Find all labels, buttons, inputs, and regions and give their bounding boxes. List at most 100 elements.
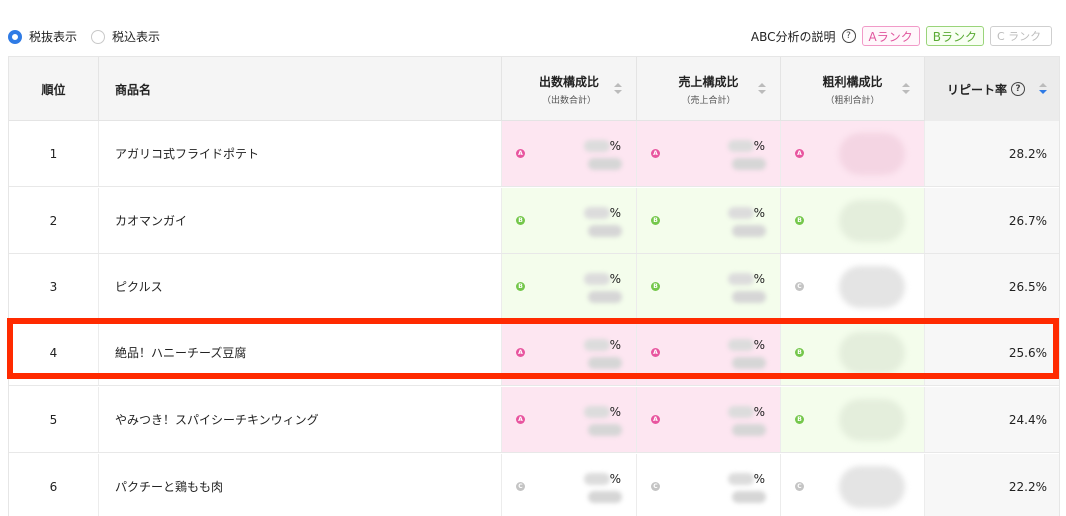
repeat-rate-cell: 24.4%: [925, 387, 1059, 452]
metric-cell: C: [781, 254, 925, 319]
header-label: リピート率: [947, 82, 1008, 97]
masked-value: [839, 200, 905, 242]
percent-sign: %: [609, 206, 621, 220]
rank-cell: 5: [9, 387, 99, 452]
toolbar: 税抜表示 税込表示 ABC分析の説明 ? Aランク Bランク C ランク: [0, 0, 1066, 56]
radio-tax-excluded[interactable]: 税抜表示: [8, 28, 77, 45]
masked-value: [728, 273, 754, 285]
product-name[interactable]: カオマンガイ: [115, 212, 187, 229]
rank-badge-icon: B: [795, 216, 804, 225]
percent-sign: %: [753, 206, 765, 220]
metric-cell: B: [781, 188, 925, 253]
radio-selected-icon[interactable]: [8, 29, 22, 44]
metric-cell: A %: [637, 387, 781, 452]
ranking-table: 順位 商品名 出数構成比 （出数合計） 売上構成比 （売上合計） 粗利構成比 （…: [8, 56, 1060, 516]
repeat-rate-value: 24.4%: [1008, 412, 1047, 427]
rank-badge-icon: A: [516, 415, 525, 424]
sort-icon[interactable]: [614, 83, 622, 95]
repeat-rate-value: 26.7%: [1008, 213, 1047, 228]
masked-value: [728, 140, 754, 152]
metric-cell: C %: [502, 454, 637, 516]
rank-number: 1: [49, 146, 58, 161]
masked-value: [732, 424, 766, 436]
header-repeat-rate[interactable]: リピート率 ?: [925, 57, 1059, 121]
help-icon[interactable]: ?: [841, 29, 856, 43]
header-rank: 順位: [9, 57, 99, 121]
masked-value: [584, 473, 610, 485]
sort-icon[interactable]: [902, 83, 910, 95]
rank-b-filter-button[interactable]: Bランク: [925, 26, 984, 46]
table-row[interactable]: 3 ピクルス B % B % C 26.5%: [9, 254, 1059, 320]
abc-explain-link[interactable]: ABC分析の説明: [751, 28, 836, 45]
rank-badge-icon: A: [651, 149, 660, 158]
header-qty-ratio[interactable]: 出数構成比 （出数合計）: [502, 57, 637, 121]
help-icon[interactable]: ?: [1011, 82, 1026, 96]
radio-label: 税抜表示: [29, 30, 78, 44]
rank-number: 6: [49, 479, 58, 494]
rank-number: 5: [49, 412, 58, 427]
rank-a-filter-button[interactable]: Aランク: [861, 26, 920, 46]
product-name[interactable]: パクチーと鶏もも肉: [115, 478, 223, 495]
masked-value: [732, 491, 766, 503]
repeat-rate-cell: 26.7%: [925, 188, 1059, 253]
table-row[interactable]: 5 やみつき！スパイシーチキンウィング A % A % B 24.4%: [9, 387, 1059, 453]
header-sublabel: （売上合計）: [681, 95, 736, 106]
metric-cell: B %: [637, 188, 781, 253]
header-label: 商品名: [115, 82, 152, 97]
metric-cell: B: [781, 387, 925, 452]
product-name[interactable]: アガリコ式フライドポテト: [115, 145, 259, 162]
masked-value: [839, 133, 905, 175]
masked-value: [732, 225, 766, 237]
header-product-name: 商品名: [99, 57, 502, 121]
table-row[interactable]: 1 アガリコ式フライドポテト A % A % A 28.2%: [9, 121, 1059, 187]
metric-cell: A %: [637, 121, 781, 186]
rank-badge-icon: B: [795, 415, 804, 424]
sort-icon[interactable]: [758, 83, 766, 95]
product-name[interactable]: ピクルス: [115, 278, 163, 295]
masked-value: [732, 158, 766, 170]
rank-badge-icon: C: [795, 282, 804, 291]
rank-badge-icon: A: [651, 415, 660, 424]
percent-sign: %: [753, 272, 765, 286]
masked-value: [588, 424, 622, 436]
table-row[interactable]: 2 カオマンガイ B % B % B 26.7%: [9, 188, 1059, 254]
rank-badge-icon: B: [516, 216, 525, 225]
table-row[interactable]: 6 パクチーと鶏もも肉 C % C % C 22.2%: [9, 454, 1059, 516]
rank-cell: 1: [9, 121, 99, 186]
masked-value: [588, 158, 622, 170]
header-sublabel: （出数合計）: [541, 95, 596, 106]
rank-badge-icon: C: [651, 482, 660, 491]
header-label: 順位: [41, 82, 66, 97]
metric-cell: A %: [502, 387, 637, 452]
masked-value: [839, 266, 905, 308]
masked-value: [584, 273, 610, 285]
radio-tax-included[interactable]: 税込表示: [91, 28, 160, 45]
repeat-rate-value: 22.2%: [1008, 479, 1047, 494]
repeat-rate-cell: 26.5%: [925, 254, 1059, 319]
metric-cell: C %: [637, 454, 781, 516]
masked-value: [732, 291, 766, 303]
masked-value: [588, 291, 622, 303]
tax-display-toggle: 税抜表示 税込表示: [8, 28, 160, 45]
metric-cell: B %: [502, 254, 637, 319]
rank-number: 3: [49, 279, 58, 294]
masked-value: [588, 225, 622, 237]
rank-badge-icon: A: [795, 149, 804, 158]
radio-unselected-icon[interactable]: [91, 29, 106, 44]
header-profit-ratio[interactable]: 粗利構成比 （粗利合計）: [781, 57, 925, 121]
masked-value: [839, 399, 905, 441]
percent-sign: %: [609, 139, 621, 153]
product-name[interactable]: やみつき！スパイシーチキンウィング: [115, 411, 319, 428]
sort-desc-active-icon[interactable]: [1039, 83, 1047, 95]
rank-cell: 2: [9, 188, 99, 253]
masked-value: [584, 406, 610, 418]
header-sales-ratio[interactable]: 売上構成比 （売上合計）: [637, 57, 781, 121]
metric-cell: C: [781, 454, 925, 516]
abc-analysis-legend: ABC分析の説明 ? Aランク Bランク C ランク: [751, 26, 1052, 46]
masked-value: [588, 491, 622, 503]
radio-label: 税込表示: [112, 30, 161, 44]
rank-c-filter-button[interactable]: C ランク: [990, 26, 1052, 46]
rank-badge-icon: B: [516, 282, 525, 291]
metric-cell: B %: [502, 188, 637, 253]
rank-badge-icon: B: [651, 282, 660, 291]
